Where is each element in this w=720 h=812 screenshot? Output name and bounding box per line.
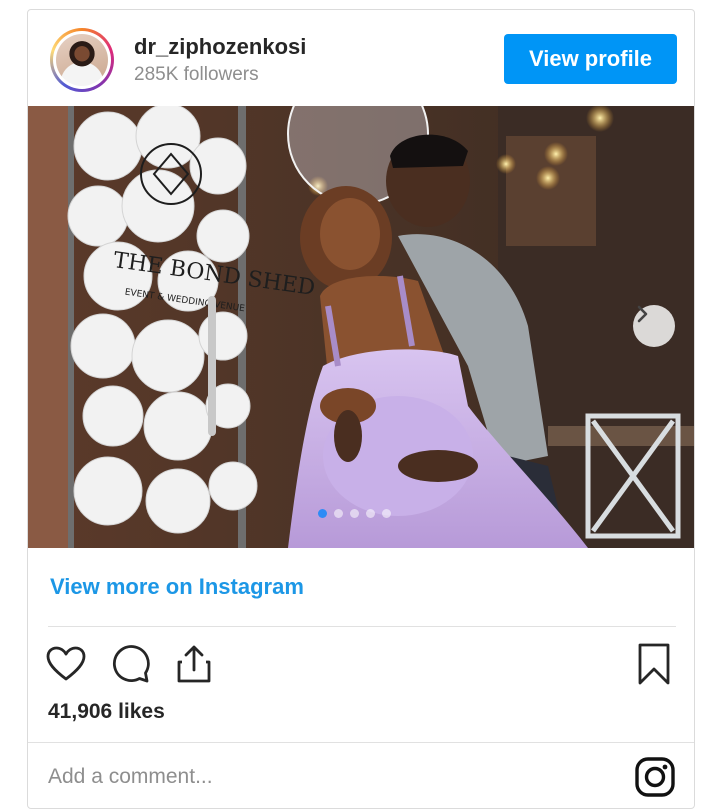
instagram-link[interactable] xyxy=(634,756,676,798)
carousel-dots xyxy=(318,509,391,518)
comment-icon xyxy=(112,645,150,683)
carousel-dot xyxy=(366,509,375,518)
comment-button[interactable] xyxy=(108,642,152,686)
avatar[interactable] xyxy=(50,28,114,92)
carousel-dot xyxy=(318,509,327,518)
share-icon xyxy=(177,645,211,683)
post-photo[interactable]: THE BOND SHED EVENT & WEDDING VENUE xyxy=(28,106,694,548)
follower-count: 285K followers xyxy=(134,64,259,85)
instagram-icon xyxy=(635,757,675,797)
share-button[interactable] xyxy=(172,642,216,686)
heart-icon xyxy=(46,646,86,681)
instagram-embed-card: dr_ziphozenkosi 285K followers View prof… xyxy=(27,9,695,809)
chevron-right-icon xyxy=(637,305,648,323)
avatar-image xyxy=(56,34,108,86)
carousel-dot xyxy=(350,509,359,518)
like-button[interactable] xyxy=(44,642,88,686)
carousel-next-button[interactable] xyxy=(633,305,675,347)
carousel-dot xyxy=(382,509,391,518)
like-count: 41,906 likes xyxy=(48,700,165,723)
bookmark-icon xyxy=(638,643,670,685)
carousel-dot xyxy=(334,509,343,518)
action-bar xyxy=(28,638,694,698)
save-button[interactable] xyxy=(632,642,676,686)
divider xyxy=(28,742,694,743)
post-header: dr_ziphozenkosi 285K followers View prof… xyxy=(28,10,694,106)
view-profile-button[interactable]: View profile xyxy=(504,34,677,84)
add-comment-input[interactable]: Add a comment... xyxy=(48,765,213,789)
divider xyxy=(48,626,676,627)
username[interactable]: dr_ziphozenkosi xyxy=(134,34,306,60)
post-photo-illustration: THE BOND SHED EVENT & WEDDING VENUE xyxy=(28,106,694,548)
view-more-link[interactable]: View more on Instagram xyxy=(50,574,304,600)
